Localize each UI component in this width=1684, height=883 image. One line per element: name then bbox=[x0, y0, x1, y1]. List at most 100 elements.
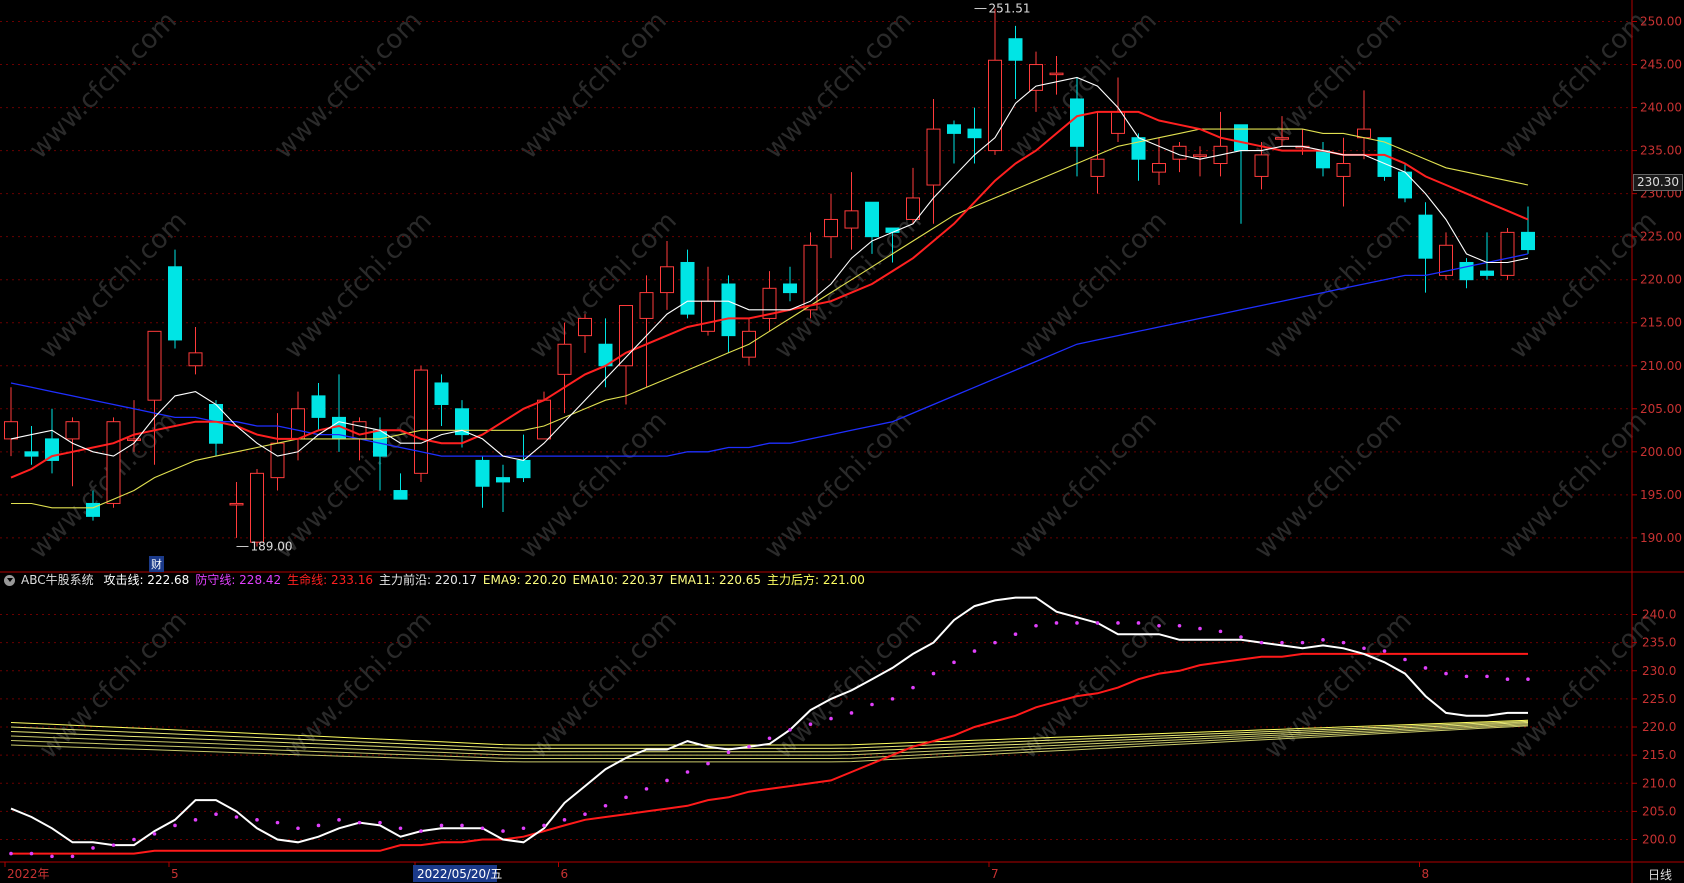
defense-dot bbox=[255, 818, 259, 822]
indicator-legend: ABC牛股系统 攻击线: 222.68 防守线: 228.42 生命线: 233.1… bbox=[0, 570, 877, 590]
price-tick-label: 210.00 bbox=[1640, 359, 1682, 373]
candle-up bbox=[1254, 154, 1269, 177]
candle-down bbox=[24, 451, 39, 457]
candle-up bbox=[660, 266, 674, 294]
watermark-text: www.cfchi.com bbox=[1004, 406, 1163, 565]
price-tick-label: 190.00 bbox=[1640, 531, 1682, 545]
candle-up bbox=[1152, 163, 1166, 173]
candle-up bbox=[291, 408, 305, 440]
defense-dot bbox=[439, 823, 444, 828]
candle-up bbox=[229, 502, 244, 506]
defense-dot bbox=[398, 826, 403, 831]
watermark-text: www.cfchi.com bbox=[34, 606, 193, 765]
watermark-text: www.cfchi.com bbox=[1504, 606, 1663, 765]
watermark-text: www.cfchi.com bbox=[1259, 206, 1418, 365]
candle-up bbox=[414, 369, 428, 474]
defense-dot bbox=[1526, 677, 1530, 681]
candle-down bbox=[783, 283, 797, 294]
candle-down bbox=[1521, 231, 1535, 251]
defense-dot bbox=[644, 787, 649, 791]
defense-dot bbox=[1116, 621, 1120, 625]
indicator-value: EMA10: 220.37 bbox=[572, 573, 664, 587]
defense-dot bbox=[685, 770, 690, 774]
defense-dot bbox=[870, 702, 874, 707]
candle-down bbox=[311, 395, 326, 418]
date-label: 2022年 bbox=[7, 867, 50, 881]
candle-up bbox=[127, 438, 141, 441]
candle-up bbox=[701, 300, 715, 332]
defense-dot bbox=[972, 649, 977, 653]
defense-dot bbox=[747, 744, 751, 749]
candle-down bbox=[1418, 214, 1433, 259]
defense-dot bbox=[1382, 649, 1387, 653]
candle-down bbox=[434, 382, 449, 405]
defense-dot bbox=[378, 820, 382, 825]
watermark-text: www.cfchi.com bbox=[279, 206, 438, 365]
watermark-text: www.cfchi.com bbox=[524, 206, 683, 365]
defense-dot bbox=[1403, 657, 1407, 662]
candle-down bbox=[475, 459, 490, 487]
candle-down bbox=[721, 283, 736, 337]
candle-down bbox=[680, 261, 695, 315]
watermark-text: www.cfchi.com bbox=[279, 606, 438, 765]
defense-dot bbox=[460, 823, 464, 828]
indicator-value: 主力前沿: 220.17 bbox=[379, 573, 477, 587]
candle-up bbox=[147, 330, 162, 401]
indicator-values: 攻击线: 222.68 防守线: 228.42 生命线: 233.16 主力前沿: 2… bbox=[103, 573, 870, 587]
stock-chart[interactable]: www.cfchi.com www.cfchi.com www.cfchi.com w… bbox=[0, 0, 1684, 883]
watermark-text: www.cfchi.com bbox=[759, 6, 918, 165]
candle-down bbox=[168, 266, 182, 341]
defense-dot bbox=[173, 823, 177, 828]
indicator-tick-label: 215.0 bbox=[1642, 748, 1676, 762]
candle-down bbox=[1008, 38, 1023, 61]
defense-dot bbox=[726, 750, 731, 755]
defense-dot bbox=[152, 832, 157, 836]
price-tick-label: 195.00 bbox=[1640, 488, 1682, 502]
defense-dot bbox=[1444, 671, 1448, 676]
defense-dot bbox=[1239, 635, 1243, 639]
candle-up bbox=[557, 343, 572, 375]
watermark-text: www.cfchi.com bbox=[24, 6, 183, 165]
indicator-toggle-icon[interactable] bbox=[4, 575, 15, 586]
date-label: 5 bbox=[171, 867, 179, 881]
candle-down bbox=[1480, 270, 1494, 276]
price-tick-label: 200.00 bbox=[1640, 445, 1682, 459]
finance-marker[interactable]: 财 bbox=[149, 556, 164, 572]
defense-dot bbox=[193, 818, 198, 822]
candle-up bbox=[906, 197, 920, 220]
indicator-tick-label: 205.0 bbox=[1642, 804, 1676, 818]
defense-dot bbox=[1259, 640, 1264, 645]
defense-dot bbox=[234, 815, 239, 819]
defense-dot bbox=[1300, 640, 1305, 645]
period-button[interactable]: 日线 bbox=[1648, 866, 1672, 883]
defense-dot bbox=[665, 778, 669, 783]
price-tick-label: 220.00 bbox=[1640, 273, 1682, 287]
defense-dot bbox=[624, 795, 628, 800]
defense-dot bbox=[1177, 623, 1182, 628]
watermark-layer: www.cfchi.com www.cfchi.com www.cfchi.com w… bbox=[24, 6, 1663, 765]
date-label: 8 bbox=[1422, 867, 1430, 881]
defense-dot bbox=[1341, 640, 1346, 645]
indicator-tick-label: 225.0 bbox=[1642, 692, 1676, 706]
defense-dot bbox=[788, 728, 792, 732]
defense-dot bbox=[767, 736, 772, 741]
price-tick-label: 245.00 bbox=[1640, 58, 1682, 72]
defense-dot bbox=[1157, 623, 1161, 628]
candle-up bbox=[4, 421, 18, 440]
candle-down bbox=[1070, 98, 1084, 147]
price-tick-label: 235.00 bbox=[1640, 144, 1682, 158]
price-tick-label: 250.00 bbox=[1640, 15, 1682, 29]
defense-dot bbox=[132, 837, 136, 842]
date-label: 7 bbox=[991, 867, 999, 881]
watermark-text: www.cfchi.com bbox=[769, 606, 928, 765]
date-label: 6 bbox=[561, 867, 569, 881]
candle-up bbox=[578, 317, 592, 337]
defense-dot bbox=[419, 829, 423, 833]
defense-dot bbox=[562, 818, 567, 822]
candle-up bbox=[926, 128, 941, 186]
indicator-title: ABC牛股系统 bbox=[21, 573, 94, 587]
defense-dot bbox=[91, 846, 95, 850]
defense-dot bbox=[1054, 621, 1059, 625]
defense-dot bbox=[542, 823, 546, 828]
defense-dot bbox=[1198, 626, 1202, 631]
